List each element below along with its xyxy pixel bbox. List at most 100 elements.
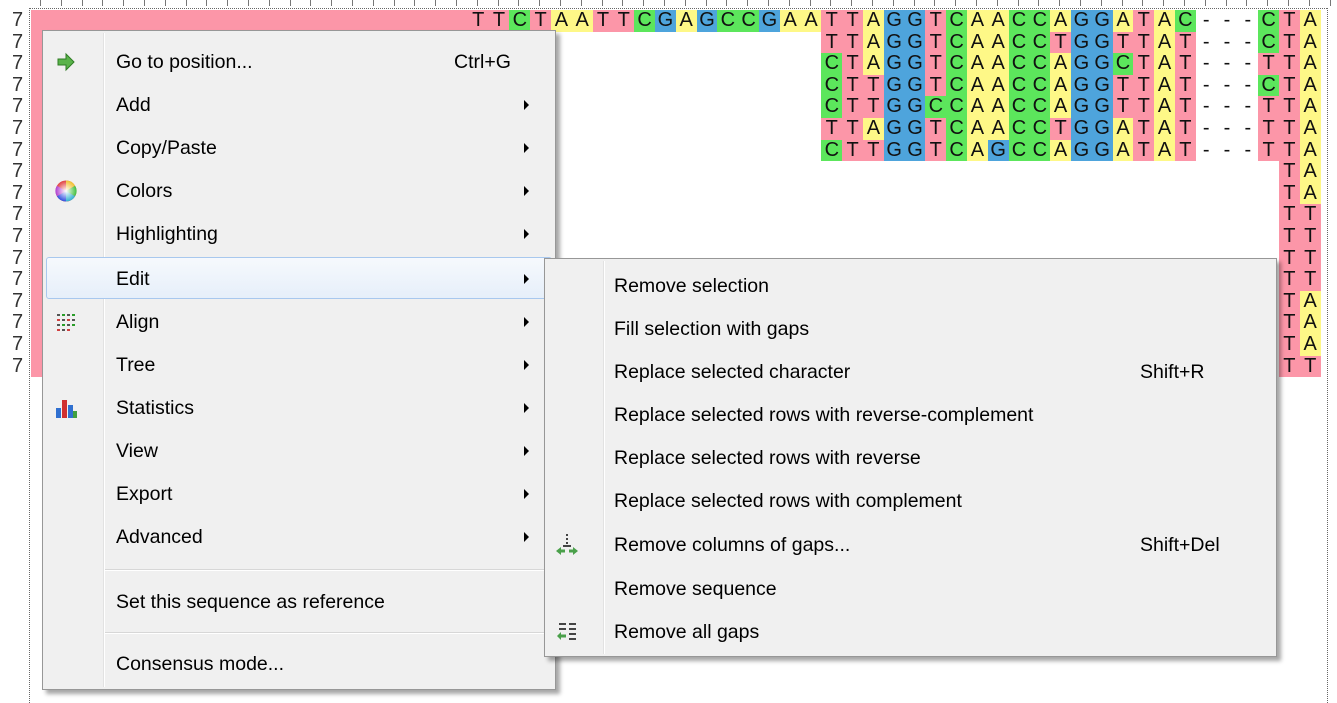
base-cell[interactable]: A xyxy=(1299,139,1321,162)
base-cell[interactable]: T xyxy=(1175,74,1196,97)
base-cell[interactable]: A xyxy=(863,9,884,32)
menu-item-highlighting[interactable]: Highlighting xyxy=(46,213,552,255)
base-cell[interactable]: C xyxy=(946,9,967,32)
base-cell[interactable]: C xyxy=(1008,53,1030,75)
base-cell[interactable]: G xyxy=(904,53,926,75)
base-cell[interactable]: A xyxy=(1154,31,1175,54)
base-cell[interactable]: T xyxy=(1299,355,1321,378)
base-cell[interactable]: - xyxy=(1195,53,1217,75)
base-cell[interactable]: A xyxy=(1154,53,1175,75)
base-cell[interactable]: T xyxy=(842,9,863,32)
base-cell[interactable]: G xyxy=(655,9,676,32)
menu-item-view[interactable]: View xyxy=(46,430,552,472)
base-cell[interactable]: T xyxy=(1279,182,1300,205)
submenu-item-replace-reverse[interactable]: Replace selected rows with reverse xyxy=(548,437,1273,479)
base-cell[interactable]: G xyxy=(1071,117,1092,140)
base-cell[interactable]: C xyxy=(1112,53,1134,75)
base-cell[interactable]: - xyxy=(1195,139,1217,162)
base-cell[interactable]: - xyxy=(1216,139,1238,162)
base-cell[interactable]: T xyxy=(530,9,551,32)
base-cell[interactable]: T xyxy=(821,31,843,54)
base-cell[interactable]: A xyxy=(863,53,884,75)
base-cell[interactable]: C xyxy=(1029,31,1051,54)
base-cell[interactable]: A xyxy=(1299,290,1321,313)
menu-item-tree[interactable]: Tree xyxy=(46,344,552,386)
base-cell[interactable]: A xyxy=(987,74,1009,97)
base-cell[interactable]: T xyxy=(1279,333,1300,356)
base-cell[interactable]: G xyxy=(1091,53,1113,75)
base-cell[interactable]: A xyxy=(1299,96,1321,118)
base-cell[interactable]: A xyxy=(863,31,884,54)
base-cell[interactable]: T xyxy=(1175,53,1196,75)
base-cell[interactable]: T xyxy=(1279,9,1300,32)
base-cell[interactable]: T xyxy=(1133,31,1155,54)
base-cell[interactable]: C xyxy=(509,9,531,32)
base-cell[interactable]: T xyxy=(1133,9,1155,32)
base-cell[interactable]: C xyxy=(946,53,967,75)
base-cell[interactable]: A xyxy=(967,9,988,32)
base-cell[interactable]: - xyxy=(1216,53,1238,75)
base-cell[interactable]: T xyxy=(1133,96,1155,118)
submenu-item-remove-sequence[interactable]: Remove sequence xyxy=(548,568,1273,610)
submenu-item-remove-columns-of-gaps[interactable]: Remove columns of gaps... Shift+Del xyxy=(548,524,1273,566)
base-cell[interactable]: C xyxy=(946,139,967,162)
base-cell[interactable]: - xyxy=(1237,53,1259,75)
base-cell[interactable]: C xyxy=(946,117,967,140)
base-cell[interactable]: A xyxy=(1154,74,1175,97)
base-cell[interactable]: G xyxy=(1071,31,1092,54)
base-cell[interactable]: G xyxy=(1091,31,1113,54)
base-cell[interactable]: - xyxy=(1216,96,1238,118)
base-cell[interactable]: A xyxy=(1299,182,1321,205)
base-cell[interactable]: A xyxy=(1050,74,1071,97)
base-cell[interactable]: G xyxy=(904,9,926,32)
base-cell[interactable]: A xyxy=(1299,9,1321,32)
menu-item-copy-paste[interactable]: Copy/Paste xyxy=(46,127,552,169)
base-cell[interactable]: C xyxy=(821,96,843,118)
base-cell[interactable]: T xyxy=(925,117,947,140)
base-cell[interactable]: A xyxy=(863,117,884,140)
submenu-item-remove-all-gaps[interactable]: Remove all gaps xyxy=(548,611,1273,653)
base-cell[interactable]: C xyxy=(821,53,843,75)
base-cell[interactable]: T xyxy=(1299,269,1321,291)
base-cell[interactable]: T xyxy=(925,139,947,162)
base-cell[interactable]: G xyxy=(904,96,926,118)
base-cell[interactable]: T xyxy=(1133,74,1155,97)
base-cell[interactable]: T xyxy=(1279,290,1300,313)
base-cell[interactable]: T xyxy=(1175,139,1196,162)
base-cell[interactable]: G xyxy=(1071,139,1092,162)
base-cell[interactable]: T xyxy=(842,74,863,97)
base-cell[interactable]: T xyxy=(1279,139,1300,162)
base-cell[interactable]: T xyxy=(1279,312,1300,334)
base-cell[interactable]: T xyxy=(467,9,489,32)
base-cell[interactable]: A xyxy=(1050,96,1071,118)
base-cell[interactable]: - xyxy=(1237,9,1259,32)
base-cell[interactable]: - xyxy=(1237,31,1259,54)
base-cell[interactable]: T xyxy=(1299,204,1321,226)
submenu-item-remove-selection[interactable]: Remove selection xyxy=(548,265,1273,307)
base-cell[interactable]: A xyxy=(1154,9,1175,32)
base-cell[interactable]: T xyxy=(863,74,884,97)
base-cell[interactable]: G xyxy=(1091,9,1113,32)
base-cell[interactable]: A xyxy=(987,117,1009,140)
base-cell[interactable]: C xyxy=(1029,139,1051,162)
base-cell[interactable]: T xyxy=(925,9,947,32)
base-cell[interactable]: T xyxy=(1258,53,1279,75)
base-cell[interactable]: C xyxy=(946,74,967,97)
base-cell[interactable]: C xyxy=(1008,31,1030,54)
base-cell[interactable]: G xyxy=(883,117,905,140)
base-cell[interactable]: - xyxy=(1216,9,1238,32)
base-cell[interactable]: G xyxy=(904,139,926,162)
base-cell[interactable]: C xyxy=(1008,139,1030,162)
base-cell[interactable]: T xyxy=(842,117,863,140)
base-cell[interactable]: T xyxy=(1299,247,1321,270)
base-cell[interactable]: T xyxy=(1175,117,1196,140)
submenu-item-fill-selection-with-gaps[interactable]: Fill selection with gaps xyxy=(548,308,1273,350)
base-cell[interactable]: C xyxy=(925,96,947,118)
base-cell[interactable]: C xyxy=(821,74,843,97)
base-cell[interactable]: T xyxy=(1279,204,1300,226)
base-cell[interactable]: T xyxy=(488,9,510,32)
base-cell[interactable]: C xyxy=(1029,117,1051,140)
base-cell[interactable]: G xyxy=(1071,53,1092,75)
base-cell[interactable]: T xyxy=(1050,117,1071,140)
base-cell[interactable]: T xyxy=(1279,31,1300,54)
